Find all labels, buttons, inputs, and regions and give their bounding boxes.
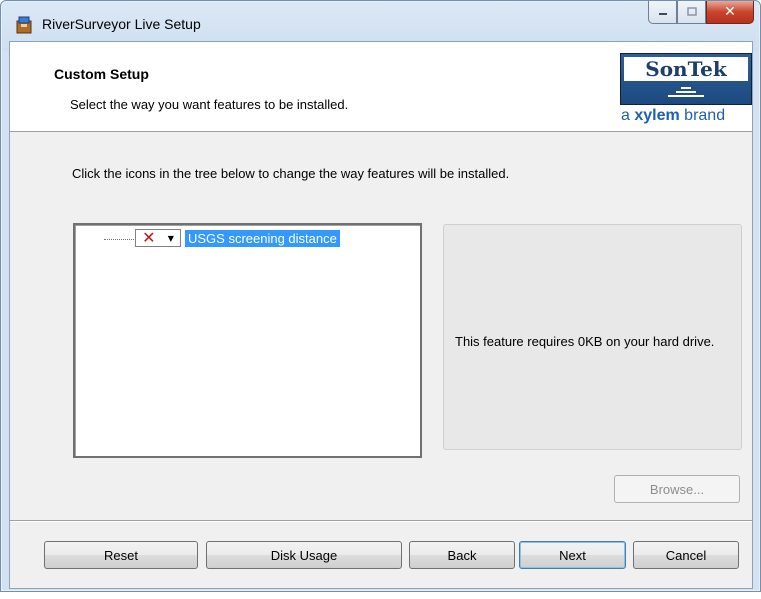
cancel-button[interactable]: Cancel <box>633 541 739 569</box>
sontek-logo: SonTek a xylem brand <box>620 53 752 130</box>
window-title: RiverSurveyor Live Setup <box>42 16 201 32</box>
dropdown-arrow-icon: ▼ <box>167 233 174 243</box>
reset-button[interactable]: Reset <box>44 541 198 569</box>
feature-state-dropdown[interactable]: ✕ ▼ <box>135 229 181 247</box>
maximize-button[interactable] <box>677 1 706 24</box>
feature-description: This feature requires 0KB on your hard d… <box>455 334 715 349</box>
feature-tree[interactable]: ✕ ▼ USGS screening distance <box>73 223 422 458</box>
dialog-body: Custom Setup Select the way you want fea… <box>9 41 753 589</box>
logo-tagline: a xylem brand <box>621 107 726 124</box>
maximize-icon <box>686 7 697 16</box>
next-button[interactable]: Next <box>519 541 626 569</box>
disk-usage-button[interactable]: Disk Usage <box>206 541 402 569</box>
close-button[interactable]: ✕ <box>706 1 754 24</box>
installer-icon <box>16 16 32 34</box>
footer-separator <box>10 520 752 522</box>
setup-window: RiverSurveyor Live Setup ✕ Custom Setup … <box>0 0 761 592</box>
close-icon: ✕ <box>724 4 736 20</box>
tree-connector <box>104 239 134 240</box>
header-banner: Custom Setup Select the way you want fea… <box>10 42 752 132</box>
feature-description-panel: This feature requires 0KB on your hard d… <box>443 224 742 450</box>
page-subtitle: Select the way you want features to be i… <box>70 97 349 112</box>
tree-item[interactable]: ✕ ▼ USGS screening distance <box>135 229 340 247</box>
instruction-text: Click the icons in the tree below to cha… <box>72 166 510 181</box>
page-title: Custom Setup <box>54 66 149 82</box>
minimize-button[interactable] <box>648 1 677 24</box>
back-button[interactable]: Back <box>409 541 515 569</box>
logo-wave-lines <box>668 85 704 99</box>
not-installed-x-icon: ✕ <box>142 228 156 247</box>
title-bar[interactable]: RiverSurveyor Live Setup ✕ <box>1 1 760 41</box>
feature-label[interactable]: USGS screening distance <box>185 229 340 247</box>
minimize-icon <box>658 13 667 15</box>
logo-box: SonTek <box>620 53 752 105</box>
browse-button[interactable]: Browse... <box>614 475 740 503</box>
logo-brand: SonTek <box>624 57 748 81</box>
